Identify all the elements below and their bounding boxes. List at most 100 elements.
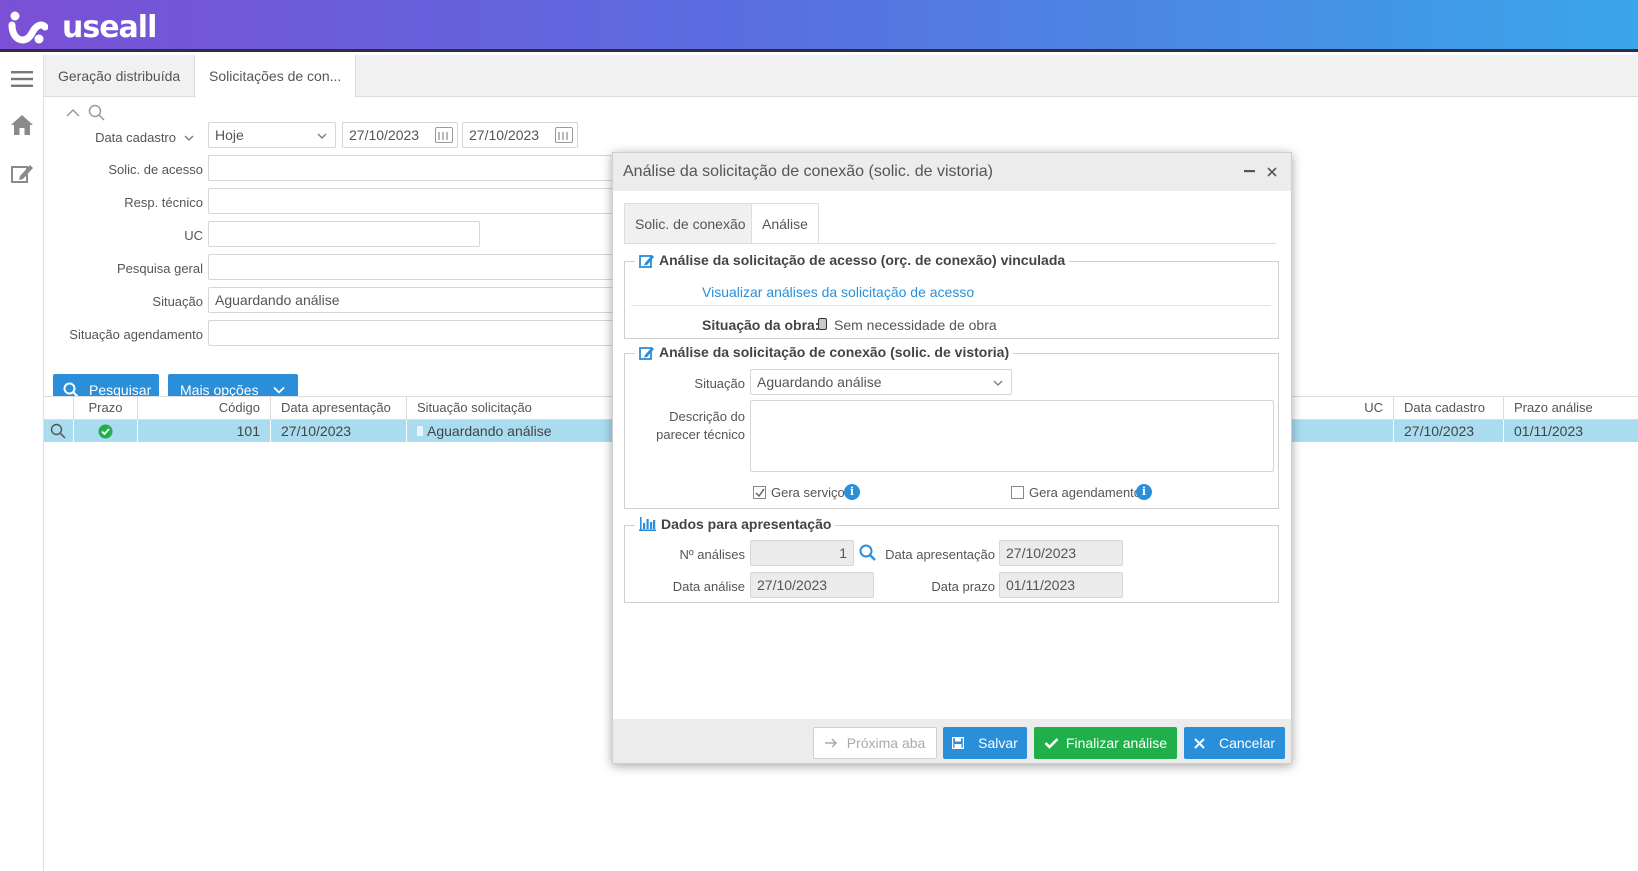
- date-to-input[interactable]: 27/10/2023: [462, 122, 578, 148]
- cancelar-button[interactable]: Cancelar: [1184, 727, 1285, 759]
- filter-collapse-icon[interactable]: [66, 106, 80, 118]
- situacao-agendamento-label: Situação agendamento: [69, 327, 203, 342]
- situacao-value: Aguardando análise: [215, 292, 340, 308]
- close-icon[interactable]: [1267, 167, 1277, 177]
- search-icon[interactable]: [88, 104, 106, 122]
- salvar-label: Salvar: [978, 735, 1018, 751]
- tab-label: Geração distribuída: [58, 68, 181, 84]
- calendar-icon[interactable]: [435, 127, 453, 143]
- n-analises-label: Nº análises: [679, 547, 745, 562]
- grid-col-prazo-analise[interactable]: Prazo análise: [1504, 397, 1638, 419]
- check-icon: [1044, 738, 1059, 749]
- situacao-obra-value: Sem necessidade de obra: [834, 317, 997, 333]
- proxima-aba-button[interactable]: Próxima aba: [813, 727, 937, 759]
- situacao-input[interactable]: Aguardando análise: [208, 287, 618, 313]
- row-data-cadastro: 27/10/2023: [1394, 420, 1504, 442]
- info-icon[interactable]: i: [844, 484, 860, 500]
- chevron-down-icon: [993, 380, 1003, 386]
- close-icon: [1194, 737, 1205, 749]
- section-divider: [631, 305, 1271, 306]
- data-cadastro-label: Data cadastro: [95, 130, 176, 145]
- grid-col-actions: [44, 397, 74, 419]
- period-value: Hoje: [215, 127, 244, 143]
- modal-title-bar: Análise da solicitação de conexão (solic…: [613, 153, 1291, 191]
- grid-col-data-cadastro[interactable]: Data cadastro: [1394, 397, 1504, 419]
- gera-servico-checkbox[interactable]: [753, 486, 766, 499]
- edit-icon: [639, 346, 654, 360]
- section-legend-text: Análise da solicitação de conexão (solic…: [659, 344, 1010, 360]
- finalizar-analise-label: Finalizar análise: [1065, 735, 1168, 751]
- descricao-parecer-textarea[interactable]: [750, 400, 1274, 472]
- chevron-down-icon: [272, 386, 285, 394]
- row-uc: [1284, 420, 1394, 442]
- salvar-button[interactable]: Salvar: [943, 727, 1027, 759]
- data-apresentacao-value: 27/10/2023: [1006, 545, 1077, 561]
- modal-title: Análise da solicitação de conexão (solic…: [623, 163, 993, 180]
- analise-modal: Análise da solicitação de conexão (solic…: [612, 152, 1292, 764]
- status-color-swatch: [417, 426, 423, 436]
- data-apresentacao-input: 27/10/2023: [999, 540, 1123, 566]
- row-situacao-text: Aguardando análise: [427, 423, 552, 439]
- grid-col-prazo[interactable]: Prazo: [74, 397, 138, 419]
- grid-col-codigo[interactable]: Código: [138, 397, 271, 419]
- obra-status-swatch: [818, 318, 827, 330]
- data-prazo-label: Data prazo: [931, 579, 995, 594]
- data-apresentacao-label: Data apresentação: [885, 547, 995, 562]
- finalizar-analise-button[interactable]: Finalizar análise: [1034, 727, 1177, 759]
- info-icon[interactable]: i: [1136, 484, 1152, 500]
- situacao-agendamento-input[interactable]: [208, 320, 618, 346]
- useall-logo-icon: [8, 11, 48, 43]
- bar-chart-icon: [639, 517, 656, 531]
- pesquisa-geral-label: Pesquisa geral: [117, 261, 203, 276]
- resp-tecnico-input[interactable]: [208, 188, 618, 214]
- checkmark-icon: [755, 488, 765, 498]
- situacao-select[interactable]: Aguardando análise: [750, 369, 1012, 395]
- descricao-label-line2: parecer técnico: [656, 427, 745, 442]
- data-analise-label: Data análise: [672, 579, 745, 594]
- pesquisa-geral-input[interactable]: [208, 254, 618, 280]
- uc-input[interactable]: [208, 221, 480, 247]
- grid-col-data-apresentacao[interactable]: Data apresentação: [271, 397, 407, 419]
- modal-tab-label: Solic. de conexão: [635, 216, 746, 232]
- date-from-input[interactable]: 27/10/2023: [342, 122, 458, 148]
- tab-solicitacoes[interactable]: Solicitações de con...: [194, 55, 357, 98]
- n-analises-input: 1: [750, 540, 854, 566]
- situacao-label: Situação: [152, 294, 203, 309]
- gera-servico-label[interactable]: Gera serviço: [771, 485, 845, 500]
- row-data-apresentacao: 27/10/2023: [271, 420, 407, 442]
- chevron-down-icon[interactable]: [184, 130, 194, 145]
- data-analise-value: 27/10/2023: [757, 577, 828, 593]
- edit-icon[interactable]: [8, 159, 36, 187]
- section-legend-text: Análise da solicitação de acesso (orç. d…: [659, 252, 1066, 268]
- n-analises-value: 1: [839, 545, 847, 561]
- tab-label: Solicitações de con...: [209, 68, 342, 84]
- section-analise-conexao: Análise da solicitação de conexão (solic…: [624, 344, 1279, 509]
- solic-acesso-input[interactable]: [208, 155, 618, 181]
- row-view-icon[interactable]: [44, 420, 74, 442]
- data-analise-input: 27/10/2023: [750, 572, 874, 598]
- visualizar-analises-link[interactable]: Visualizar análises da solicitação de ac…: [702, 284, 974, 300]
- gera-agendamento-checkbox[interactable]: [1011, 486, 1024, 499]
- resp-tecnico-label: Resp. técnico: [124, 195, 203, 210]
- section-analise-acesso: Análise da solicitação de acesso (orç. d…: [624, 252, 1279, 339]
- tab-geracao-distribuida[interactable]: Geração distribuída: [44, 55, 194, 97]
- gera-agendamento-label[interactable]: Gera agendamento: [1029, 485, 1141, 500]
- modal-tab-analise[interactable]: Análise: [751, 203, 819, 244]
- modal-tab-solic-conexao[interactable]: Solic. de conexão: [624, 203, 757, 243]
- menu-icon[interactable]: [8, 65, 36, 93]
- minimize-icon[interactable]: [1244, 170, 1255, 174]
- section-legend: Análise da solicitação de conexão (solic…: [635, 344, 1014, 360]
- save-icon: [952, 737, 965, 749]
- date-to-value: 27/10/2023: [469, 127, 540, 143]
- app-logo[interactable]: useall: [8, 10, 157, 45]
- proxima-aba-label: Próxima aba: [846, 735, 926, 751]
- situacao-select-value: Aguardando análise: [757, 374, 882, 390]
- modal-footer: Próxima aba Salvar Finalizar análise Can…: [613, 719, 1291, 763]
- descricao-label: Descrição do parecer técnico: [625, 408, 745, 444]
- modal-tab-label: Análise: [762, 216, 808, 232]
- edit-icon: [639, 254, 654, 268]
- app-header: useall: [0, 0, 1638, 52]
- period-select[interactable]: Hoje: [208, 122, 336, 148]
- calendar-icon[interactable]: [555, 127, 573, 143]
- grid-col-uc[interactable]: UC: [1284, 397, 1394, 419]
